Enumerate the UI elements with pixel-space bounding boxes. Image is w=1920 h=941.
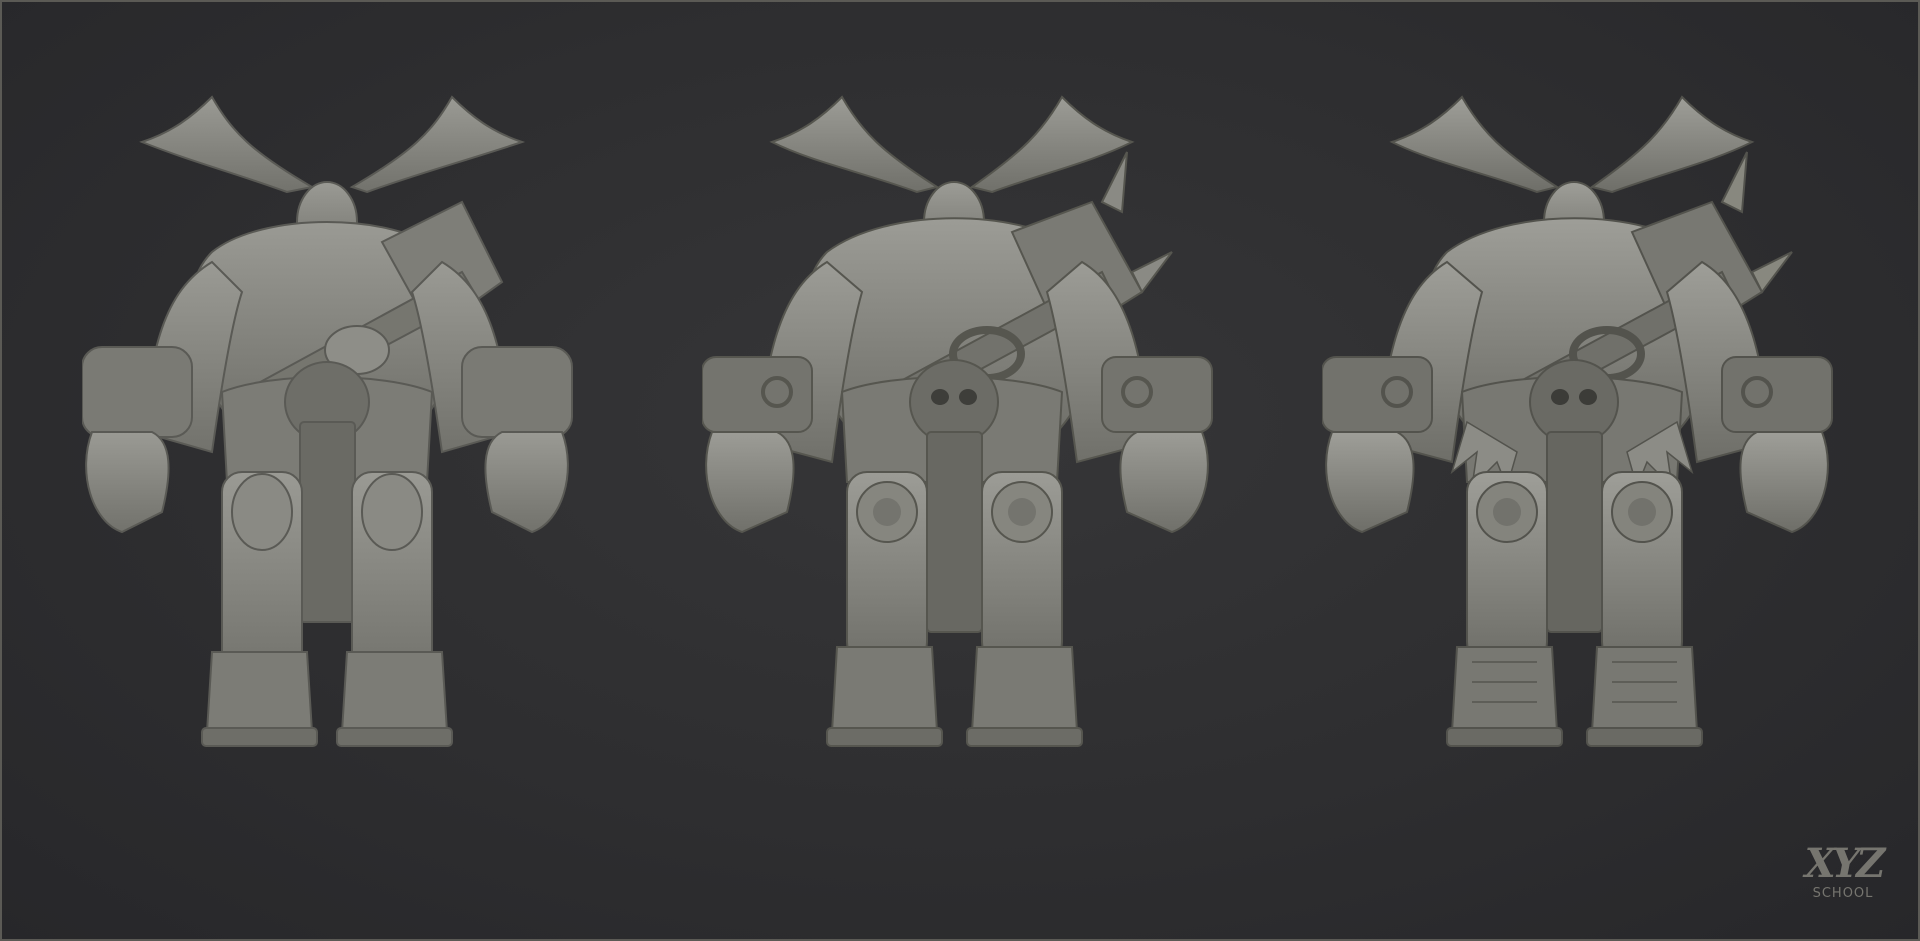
left-bracer bbox=[82, 346, 193, 438]
right-boot bbox=[340, 651, 449, 733]
loincloth bbox=[926, 431, 983, 633]
watermark-mark: XYZ bbox=[1804, 840, 1886, 887]
right-hand bbox=[1119, 431, 1209, 534]
left-hand bbox=[1325, 431, 1415, 534]
right-boot bbox=[1590, 646, 1699, 733]
shoulder-spike-top bbox=[1720, 151, 1748, 214]
sculpt-figure-mid-detail bbox=[702, 92, 1222, 832]
left-boot bbox=[205, 651, 314, 733]
left-bracer bbox=[1322, 356, 1433, 433]
shoulder-spike-side bbox=[1130, 251, 1173, 294]
right-bracer bbox=[1721, 356, 1833, 433]
right-boot bbox=[970, 646, 1079, 733]
right-bracer bbox=[1101, 356, 1213, 433]
xyz-school-watermark: XYZ SCHOOL bbox=[1798, 841, 1888, 921]
final-detail-sculpt-graphic bbox=[1322, 95, 1833, 747]
left-horn bbox=[769, 95, 940, 194]
left-kneepad bbox=[231, 473, 293, 551]
right-horn bbox=[969, 95, 1135, 194]
left-horn bbox=[139, 95, 315, 194]
right-horn bbox=[1589, 95, 1755, 194]
left-hand bbox=[705, 431, 795, 534]
sculpt-figure-final-detail bbox=[1322, 92, 1842, 832]
right-kneepad bbox=[361, 473, 423, 551]
right-horn bbox=[349, 95, 526, 194]
blockout-sculpt-graphic bbox=[82, 95, 573, 747]
left-boot bbox=[830, 646, 939, 733]
left-hand bbox=[85, 431, 170, 534]
mid-detail-sculpt-graphic bbox=[702, 95, 1213, 747]
left-boot bbox=[1450, 646, 1559, 733]
sculpt-turntable-canvas: XYZ SCHOOL bbox=[0, 0, 1920, 941]
left-horn bbox=[1389, 95, 1560, 194]
sculpt-figure-blockout bbox=[82, 92, 602, 832]
right-bracer bbox=[461, 346, 573, 438]
right-hand bbox=[1739, 431, 1829, 534]
right-hand bbox=[484, 431, 569, 534]
left-bracer bbox=[702, 356, 813, 433]
loincloth bbox=[299, 421, 356, 623]
loincloth bbox=[1546, 431, 1603, 633]
shoulder-spike-side bbox=[1750, 251, 1793, 294]
shoulder-spike-top bbox=[1100, 151, 1128, 214]
watermark-sub: SCHOOL bbox=[1812, 886, 1874, 901]
